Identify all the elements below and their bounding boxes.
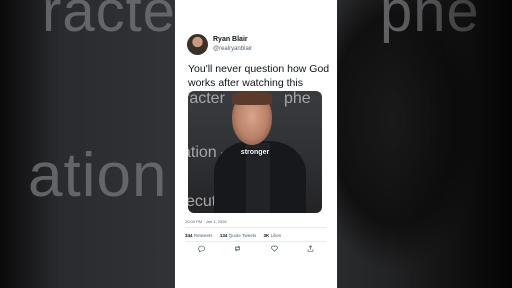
quote-tweets-stat[interactable]: 134 Quote Tweets: [220, 233, 256, 238]
speaker-hair: [232, 91, 272, 105]
stat-value: 344: [185, 233, 193, 238]
likes-stat[interactable]: 3K Likes: [264, 233, 282, 238]
tweet-media[interactable]: racter ation – ecuti phe stronger: [188, 91, 322, 213]
avatar[interactable]: [187, 34, 208, 55]
share-icon[interactable]: [307, 244, 315, 252]
retweet-icon[interactable]: [234, 244, 242, 252]
tweet-actions: [197, 244, 315, 252]
stat-value: 3K: [263, 233, 270, 238]
author-handle[interactable]: @realryanblair: [213, 46, 252, 52]
media-overlay-word: phe: [284, 91, 311, 107]
divider: [185, 241, 327, 242]
stat-label: Likes: [270, 233, 282, 238]
stat-label: Quote Tweets: [228, 233, 257, 238]
author-name[interactable]: Ryan Blair: [213, 36, 248, 43]
retweets-stat[interactable]: 344 Retweets: [185, 233, 213, 238]
stat-label: Retweets: [193, 233, 213, 238]
reply-icon[interactable]: [197, 244, 205, 252]
stat-value: 134: [219, 233, 228, 238]
video-caption: stronger: [240, 149, 270, 156]
tweet-text: You'll never question how God works afte…: [188, 63, 330, 89]
tweet-timestamp[interactable]: 10:00 PM · Jan 1, 2026: [185, 219, 227, 224]
tweet-card[interactable]: Ryan Blair @realryanblair You'll never q…: [175, 0, 337, 288]
divider: [185, 227, 327, 228]
background-shade: [392, 0, 512, 288]
tweet-stats: 344 Retweets 134 Quote Tweets 3K Likes: [185, 233, 287, 238]
media-overlay-word: racter: [188, 91, 225, 107]
like-icon[interactable]: [270, 244, 278, 252]
background-word: racter: [42, 0, 197, 44]
